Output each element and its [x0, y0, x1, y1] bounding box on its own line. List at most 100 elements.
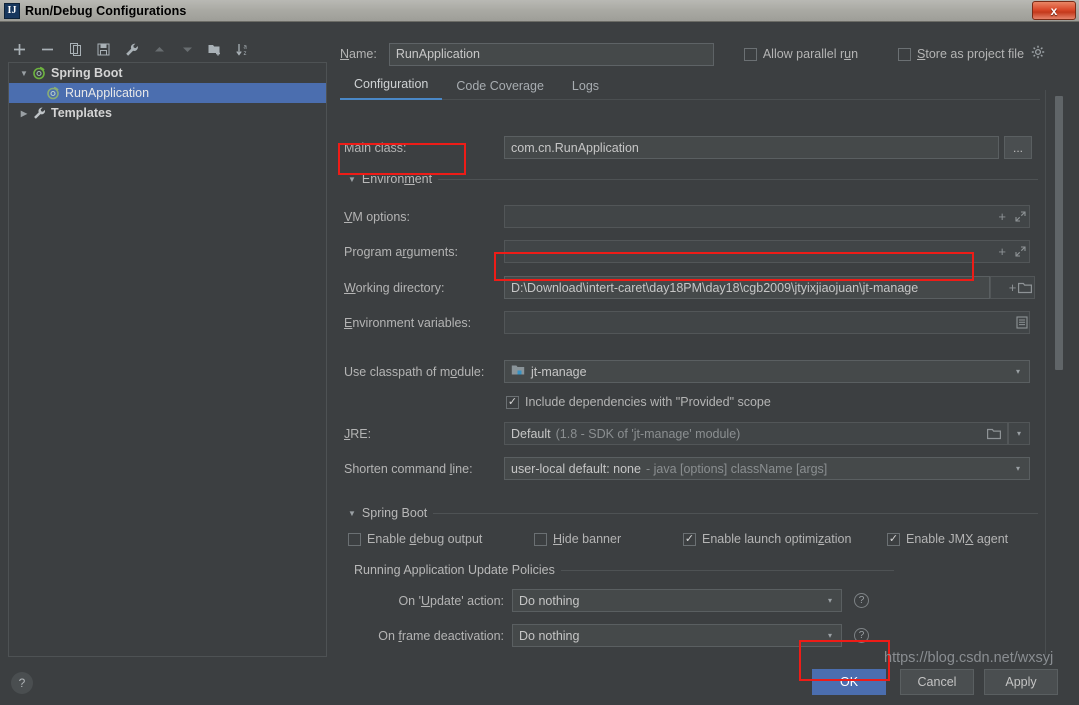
watermark-text: https://blog.csdn.net/wxsyj — [884, 650, 1054, 666]
enable-launch-optimization-checkbox[interactable]: Enable launch optimization — [683, 532, 851, 546]
configurations-tree[interactable]: ▼ Spring Boot RunApplication ▶ Templates — [8, 62, 327, 657]
shorten-command-line-hint: - java [options] className [args] — [645, 461, 828, 476]
include-provided-scope-label: Include dependencies with "Provided" sco… — [525, 395, 771, 409]
move-down-button[interactable] — [174, 37, 200, 61]
shorten-command-line-combobox[interactable]: user-local default: none - java [options… — [504, 457, 1030, 480]
edit-templates-button[interactable] — [118, 37, 144, 61]
vm-options-input[interactable] — [504, 205, 1030, 228]
chevron-right-icon[interactable]: ▶ — [17, 109, 31, 118]
on-frame-deactivation-label: On frame deactivation: — [378, 628, 504, 643]
editor-tabs: Configuration Code Coverage Logs — [340, 72, 1040, 100]
checkbox-box[interactable] — [887, 532, 900, 546]
shorten-command-line-value: user-local default: none — [511, 461, 641, 476]
checkbox-box[interactable] — [348, 532, 361, 546]
chevron-down-icon: ▾ — [1016, 429, 1021, 438]
cancel-button[interactable]: Cancel — [900, 669, 974, 695]
main-class-input[interactable]: com.cn.RunApplication — [504, 136, 999, 159]
spring-boot-section-label: Spring Boot — [361, 506, 428, 520]
jre-combobox[interactable]: Default (1.8 - SDK of 'jt-manage' module… — [504, 422, 1008, 445]
name-row: Name: Allow parallel run Store as projec… — [340, 42, 1075, 66]
tree-node-label: RunApplication — [65, 86, 150, 100]
gear-icon[interactable] — [1031, 45, 1045, 64]
tree-node-templates[interactable]: ▶ Templates — [9, 103, 326, 123]
store-as-project-file-checkbox[interactable]: Store as project file — [898, 47, 1024, 61]
window-titlebar: IJ Run/Debug Configurations x — [0, 0, 1079, 22]
editor-pane-divider — [1045, 90, 1046, 655]
on-frame-deactivation-row: On frame deactivation: Do nothing ▾ ? — [344, 624, 904, 647]
remove-configuration-button[interactable] — [34, 37, 60, 61]
chevron-down-icon[interactable]: ▾ — [1009, 464, 1027, 473]
folder-icon[interactable] — [987, 428, 1001, 440]
classpath-module-combobox[interactable]: jt-manage ▾ — [504, 360, 1030, 383]
chevron-down-icon[interactable]: ▼ — [17, 69, 31, 78]
allow-parallel-run-checkbox[interactable]: Allow parallel run — [743, 47, 858, 61]
include-provided-scope-checkbox[interactable]: Include dependencies with "Provided" sco… — [506, 395, 771, 409]
on-update-action-combobox[interactable]: Do nothing ▾ — [512, 589, 842, 612]
shorten-command-line-label: Shorten command line: — [344, 461, 473, 476]
checkbox-box[interactable] — [743, 47, 757, 61]
wrench-icon — [31, 106, 47, 120]
environment-section-header[interactable]: ▼ Environment — [348, 172, 1038, 186]
plus-icon[interactable]: + — [998, 209, 1006, 224]
environment-variables-label: Environment variables: — [344, 315, 472, 330]
jre-dropdown-button[interactable]: ▾ — [1008, 422, 1030, 445]
add-configuration-button[interactable] — [6, 37, 32, 61]
jre-hint: (1.8 - SDK of 'jt-manage' module) — [555, 426, 741, 441]
folder-icon[interactable] — [1018, 282, 1032, 294]
help-circle-icon[interactable]: ? — [854, 628, 869, 643]
plus-icon[interactable]: + — [998, 244, 1006, 259]
close-button[interactable]: x — [1032, 1, 1076, 20]
list-edit-icon[interactable] — [1016, 316, 1028, 329]
jre-value: Default — [511, 426, 551, 441]
program-arguments-input[interactable] — [504, 240, 1030, 263]
copy-configuration-button[interactable] — [62, 37, 88, 61]
help-circle-icon[interactable]: ? — [854, 593, 869, 608]
chevron-down-icon[interactable]: ▾ — [821, 596, 839, 605]
enable-jmx-agent-label: Enable JMX agent — [906, 532, 1009, 546]
program-arguments-row: Program arguments: + — [344, 240, 1044, 263]
chevron-down-icon[interactable]: ▼ — [348, 509, 356, 518]
save-configuration-button[interactable] — [90, 37, 116, 61]
spring-boot-section-header[interactable]: ▼ Spring Boot — [348, 506, 1038, 520]
plus-icon: + — [1008, 280, 1017, 295]
tab-configuration[interactable]: Configuration — [340, 77, 443, 100]
environment-variables-input[interactable] — [504, 311, 1030, 334]
editor-scrollbar-thumb[interactable] — [1055, 96, 1063, 370]
enable-debug-output-label: Enable debug output — [367, 532, 483, 546]
tab-code-coverage[interactable]: Code Coverage — [442, 79, 558, 100]
on-frame-deactivation-combobox[interactable]: Do nothing ▾ — [512, 624, 842, 647]
program-arguments-label: Program arguments: — [344, 244, 458, 259]
tree-node-runapplication[interactable]: RunApplication — [9, 83, 326, 103]
ok-button[interactable]: OK — [812, 669, 886, 695]
tree-node-spring-boot[interactable]: ▼ Spring Boot — [9, 63, 326, 83]
environment-section-label: Environment — [361, 172, 433, 186]
update-policies-section-header: Running Application Update Policies — [354, 563, 894, 577]
name-label: Name: — [340, 47, 377, 61]
apply-button[interactable]: Apply — [984, 669, 1058, 695]
enable-jmx-agent-checkbox[interactable]: Enable JMX agent — [887, 532, 1008, 546]
working-directory-input[interactable]: D:\Download\intert-caret\day18PM\day18\c… — [504, 276, 990, 299]
checkbox-box[interactable] — [506, 395, 519, 409]
expand-icon[interactable] — [1015, 246, 1026, 257]
main-class-browse-button[interactable]: ... — [1004, 136, 1032, 159]
enable-debug-output-checkbox[interactable]: Enable debug output — [348, 532, 482, 546]
chevron-down-icon[interactable]: ▾ — [821, 631, 839, 640]
new-folder-button[interactable] — [202, 37, 228, 61]
chevron-down-icon[interactable]: ▼ — [348, 175, 356, 184]
checkbox-box[interactable] — [534, 532, 547, 546]
move-up-button[interactable] — [146, 37, 172, 61]
help-button[interactable]: ? — [11, 672, 33, 694]
hide-banner-checkbox[interactable]: Hide banner — [534, 532, 621, 546]
checkbox-box[interactable] — [683, 532, 696, 546]
name-input[interactable] — [388, 42, 714, 66]
window-title: Run/Debug Configurations — [25, 3, 187, 18]
checkbox-box[interactable] — [898, 47, 912, 61]
sort-button[interactable]: a z — [230, 37, 256, 61]
configurations-toolbar: a z — [6, 36, 328, 62]
chevron-down-icon[interactable]: ▾ — [1009, 367, 1027, 376]
store-as-project-file-label: Store as project file — [917, 47, 1025, 61]
svg-text:a: a — [244, 44, 248, 50]
expand-icon[interactable] — [1015, 211, 1026, 222]
on-update-action-row: On 'Update' action: Do nothing ▾ ? — [344, 589, 904, 612]
tab-logs[interactable]: Logs — [558, 79, 613, 100]
